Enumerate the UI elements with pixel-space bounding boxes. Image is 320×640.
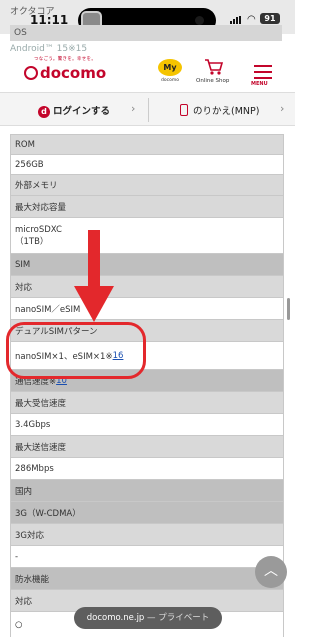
brand-tagline: つなごう。驚きを。幸せを。 xyxy=(34,57,97,62)
phone-icon xyxy=(180,104,188,116)
my-docomo-icon[interactable]: My xyxy=(158,59,182,76)
wifi-icon: ◠ xyxy=(247,14,256,25)
table-row: 3G対応 xyxy=(11,523,283,545)
table-row: ROM xyxy=(11,134,283,154)
battery-indicator: 91 xyxy=(260,13,280,24)
table-row: microSDXC （1TB） xyxy=(11,217,283,253)
d-account-icon: d xyxy=(38,106,50,118)
annotation-highlight-oval xyxy=(6,322,146,379)
table-row: 国内 xyxy=(11,479,283,501)
spec-table: ROM 256GB 外部メモリ 最大対応容量 microSDXC （1TB） S… xyxy=(10,134,284,637)
table-row: 256GB xyxy=(11,154,283,174)
camera-dot-icon xyxy=(195,16,204,25)
login-bar: d ログインする › のりかえ(MNP) › xyxy=(0,92,295,126)
chevron-right-icon: › xyxy=(280,102,285,115)
chevron-up-icon[interactable]: ︿ xyxy=(255,556,287,588)
signal-icon xyxy=(230,16,244,24)
mnp-button[interactable]: のりかえ(MNP) xyxy=(180,103,259,117)
table-row: 外部メモリ xyxy=(11,174,283,195)
table-row: nanoSIM／eSIM xyxy=(11,297,283,319)
table-row: 3.4Gbps xyxy=(11,413,283,435)
login-label: ログインする xyxy=(53,106,111,117)
url-private-label: — プライベート xyxy=(147,613,210,623)
table-row: 最大受信速度 xyxy=(11,391,283,413)
my-docomo-label: docomo xyxy=(161,78,179,83)
menu-label: MENU xyxy=(251,81,268,87)
url-domain: docomo.ne.jp xyxy=(86,613,145,623)
table-row: 286Mbps xyxy=(11,457,283,479)
table-row: 最大送信速度 xyxy=(11,435,283,457)
table-row: 最大対応容量 xyxy=(11,195,283,217)
table-row: 防水機能 xyxy=(11,567,283,589)
scrollbar[interactable] xyxy=(287,298,290,320)
table-row: 対応 xyxy=(11,275,283,297)
table-row: 3G（W-CDMA） xyxy=(11,501,283,523)
annotation-arrow-icon xyxy=(74,230,114,322)
docomo-logo[interactable]: docomo xyxy=(24,64,106,82)
cart-icon[interactable] xyxy=(204,58,224,76)
login-button[interactable]: d ログインする xyxy=(38,103,110,118)
table-row: SIM xyxy=(11,253,283,275)
mnp-label: のりかえ(MNP) xyxy=(193,106,260,117)
logo-circle-icon xyxy=(24,66,38,80)
divider xyxy=(148,98,149,122)
site-header: つなごう。驚きを。幸せを。 docomo My docomo Online Sh… xyxy=(0,52,295,92)
table-row: - xyxy=(11,545,283,567)
ghost-row-cpu: オクタコア xyxy=(10,7,55,17)
online-shop-label: Online Shop xyxy=(196,78,230,84)
ghost-row-os: OS xyxy=(10,25,282,41)
logo-text: docomo xyxy=(40,64,107,82)
url-bar[interactable]: docomo.ne.jp — プライベート xyxy=(74,607,222,629)
chevron-right-icon: › xyxy=(131,102,136,115)
